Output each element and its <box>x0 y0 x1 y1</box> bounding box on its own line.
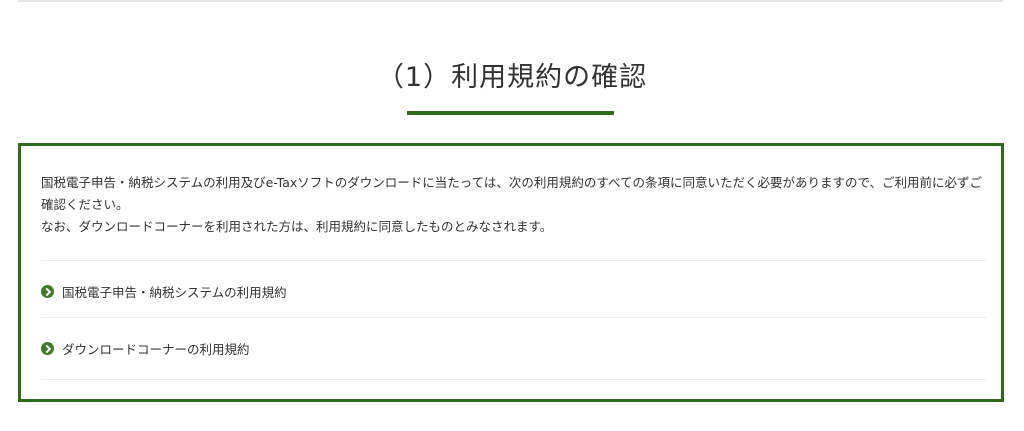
top-divider <box>18 0 1003 2</box>
page-title: （1）利用規約の確認 <box>376 62 648 93</box>
terms-box: 国税電子申告・納税システムの利用及びe-Taxソフトのダウンロードに当たっては、… <box>18 143 1004 402</box>
chevron-right-circle-icon <box>41 285 54 298</box>
section-heading: （1）利用規約の確認 <box>0 58 1024 98</box>
terms-link-row-download[interactable]: ダウンロードコーナーの利用規約 <box>41 317 986 380</box>
intro-text-1: 国税電子申告・納税システムの利用及びe-Taxソフトのダウンロードに当たっては、… <box>41 175 983 212</box>
intro-text-2: なお、ダウンロードコーナーを利用された方は、利用規約に同意したものとみなされます… <box>41 219 553 234</box>
terms-intro: 国税電子申告・納税システムの利用及びe-Taxソフトのダウンロードに当たっては、… <box>41 172 986 238</box>
title-underline <box>407 111 614 115</box>
chevron-right-circle-icon <box>41 342 54 355</box>
terms-link-etax[interactable]: 国税電子申告・納税システムの利用規約 <box>62 282 287 301</box>
terms-link-row-etax[interactable]: 国税電子申告・納税システムの利用規約 <box>41 260 986 322</box>
terms-link-download[interactable]: ダウンロードコーナーの利用規約 <box>62 339 250 358</box>
